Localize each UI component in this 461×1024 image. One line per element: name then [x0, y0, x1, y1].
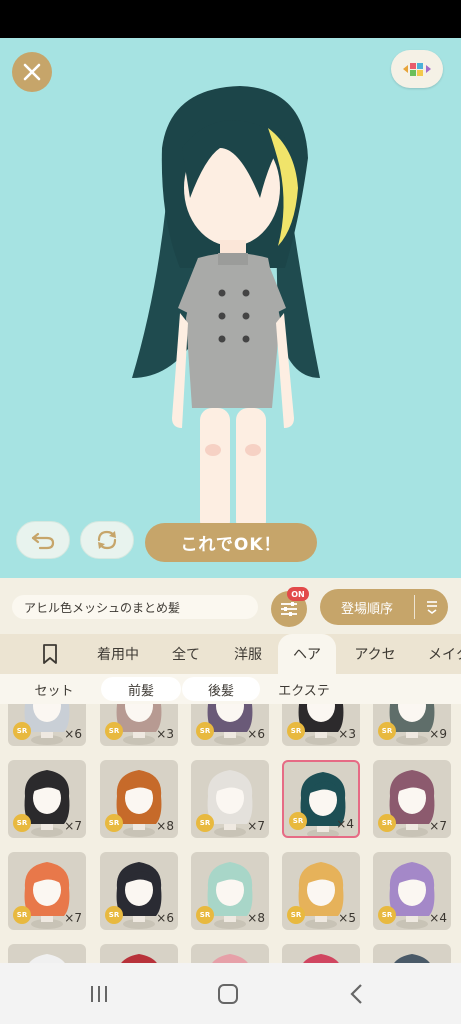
hair-item-card[interactable]: SR — [191, 944, 269, 963]
hair-item-card[interactable]: SR ×8 — [100, 760, 178, 838]
undo-button[interactable] — [16, 521, 70, 559]
rarity-badge: SR — [105, 906, 123, 924]
hair-item-card[interactable]: SR ×6 — [191, 704, 269, 746]
rarity-badge: SR — [105, 722, 123, 740]
item-count: ×6 — [156, 911, 174, 925]
avatar-stage: これでOK！ — [0, 38, 461, 578]
hair-preview-icon — [212, 954, 248, 963]
tab-clothes[interactable]: 洋服 — [220, 634, 276, 674]
tab-all[interactable]: 全て — [158, 634, 214, 674]
item-count: ×7 — [64, 911, 82, 925]
home-icon — [218, 984, 238, 1004]
rarity-badge: SR — [196, 814, 214, 832]
subtab-back-hair[interactable]: 後髪 — [182, 677, 260, 701]
hair-subtabs: セット 前髪 後髪 エクステ — [0, 674, 461, 704]
item-count: ×7 — [429, 819, 447, 833]
item-count: ×4 — [429, 911, 447, 925]
sort-icon — [415, 599, 448, 615]
back-icon — [350, 984, 362, 1004]
rarity-badge: SR — [378, 814, 396, 832]
rarity-badge: SR — [196, 906, 214, 924]
hair-preview-icon — [394, 954, 430, 963]
undo-icon — [31, 532, 55, 550]
rarity-badge: SR — [13, 722, 31, 740]
hair-item-grid: SR ×6 SR ×3 SR ×6 SR ×3 SR ×9 SR ×7 SR ×8 SR ×7 SR ×4 SR ×7… — [0, 704, 461, 963]
rarity-badge: SR — [287, 722, 305, 740]
subtab-extensions[interactable]: エクステ — [264, 677, 344, 701]
palette-button[interactable] — [391, 50, 443, 88]
rarity-badge: SR — [287, 906, 305, 924]
hair-item-card[interactable]: SR ×6 — [100, 852, 178, 930]
category-tabs: 着用中 全て 洋服 ヘア アクセ メイク — [0, 634, 461, 674]
item-count: ×3 — [156, 727, 174, 741]
recent-apps-icon — [91, 986, 107, 1002]
close-icon — [23, 63, 41, 81]
hair-preview-icon — [303, 954, 339, 963]
hair-item-card[interactable]: SR ×7 — [191, 760, 269, 838]
rarity-badge: SR — [13, 906, 31, 924]
rarity-badge: SR — [378, 906, 396, 924]
item-count: ×7 — [247, 819, 265, 833]
subtab-bangs[interactable]: 前髪 — [101, 677, 181, 701]
item-count: ×7 — [64, 819, 82, 833]
hair-item-card[interactable]: SR ×4 — [373, 852, 451, 930]
item-count: ×9 — [429, 727, 447, 741]
subtab-set[interactable]: セット — [14, 677, 94, 701]
sort-order-button[interactable]: 登場順序 — [320, 589, 448, 625]
item-count: ×6 — [64, 727, 82, 741]
hair-item-card-selected[interactable]: SR ×4 — [282, 760, 360, 838]
hair-item-card[interactable]: SR ×7 — [8, 852, 86, 930]
hair-item-card[interactable]: SR ×7 — [373, 760, 451, 838]
status-bar — [0, 0, 461, 38]
item-count: ×6 — [247, 727, 265, 741]
rarity-badge: SR — [289, 812, 307, 830]
rarity-badge: SR — [196, 722, 214, 740]
item-count: ×4 — [336, 817, 354, 831]
system-nav-bar — [0, 963, 461, 1024]
confirm-ok-button[interactable]: これでOK！ — [145, 523, 317, 562]
filter-on-badge: ON — [287, 587, 309, 601]
home-button[interactable] — [213, 981, 243, 1007]
filter-sliders-icon — [281, 602, 297, 616]
recent-apps-button[interactable] — [84, 981, 114, 1007]
avatar-character — [132, 86, 320, 548]
hair-item-card[interactable]: SR — [100, 944, 178, 963]
bookmark-icon — [43, 644, 57, 664]
wardrobe-panel: アヒル色メッシュのまとめ髪 ON 登場順序 着用中 全て 洋服 ヘア アクセ メ… — [0, 578, 461, 963]
hair-preview-icon — [121, 954, 157, 963]
tab-bookmark[interactable] — [20, 634, 80, 674]
tab-makeup[interactable]: メイク — [412, 634, 461, 674]
hair-item-card[interactable]: SR ×9 — [373, 704, 451, 746]
tab-hair[interactable]: ヘア — [278, 634, 336, 674]
refresh-button[interactable] — [80, 521, 134, 559]
hair-preview-icon — [29, 954, 65, 963]
item-count: ×8 — [156, 819, 174, 833]
hair-item-card[interactable]: SR ×3 — [282, 704, 360, 746]
rarity-badge: SR — [13, 814, 31, 832]
tab-accessories[interactable]: アクセ — [344, 634, 406, 674]
rarity-badge: SR — [378, 722, 396, 740]
sort-label: 登場順序 — [340, 601, 393, 617]
hair-item-card[interactable]: SR ×7 — [8, 760, 86, 838]
tab-wearing[interactable]: 着用中 — [85, 634, 151, 674]
hair-item-card[interactable]: SR ×5 — [282, 852, 360, 930]
close-button[interactable] — [12, 52, 52, 92]
item-count: ×8 — [247, 911, 265, 925]
palette-icon — [403, 63, 431, 76]
item-count: ×5 — [338, 911, 356, 925]
hair-item-card[interactable]: SR — [8, 944, 86, 963]
rarity-badge: SR — [105, 814, 123, 832]
refresh-icon — [97, 530, 117, 550]
hair-item-card[interactable]: SR ×3 — [100, 704, 178, 746]
hair-item-card[interactable]: SR — [373, 944, 451, 963]
hair-item-card[interactable]: SR ×6 — [8, 704, 86, 746]
hair-item-card[interactable]: SR ×8 — [191, 852, 269, 930]
item-count: ×3 — [338, 727, 356, 741]
hair-item-card[interactable]: SR — [282, 944, 360, 963]
selected-item-name: アヒル色メッシュのまとめ髪 — [12, 595, 258, 619]
back-button[interactable] — [342, 981, 372, 1007]
